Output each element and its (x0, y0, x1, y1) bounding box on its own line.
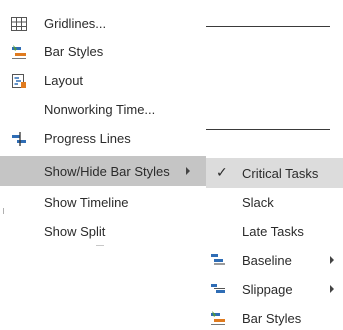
submenu-item-slippage-label: Slippage (242, 282, 293, 297)
submenu-item-bar-styles-label: Bar Styles (242, 311, 302, 326)
baseline-icon (211, 254, 225, 265)
submenu-item-baseline[interactable]: Baseline (206, 246, 343, 275)
layout-icon (12, 74, 26, 88)
checkmark-icon: ✓ (216, 164, 228, 180)
menu-item-nonworking-time-label: Nonworking Time... (44, 102, 156, 117)
menu-item-layout[interactable]: Layout (0, 66, 206, 95)
gridlines-icon (11, 17, 27, 31)
submenu-item-slippage[interactable]: Slippage (206, 275, 343, 304)
submenu-show-hide-bar-styles: ✓ Critical Tasks Slack Late Tasks Baseli… (206, 158, 343, 330)
divider-mark (3, 208, 4, 214)
bar-styles-icon (12, 45, 26, 59)
menu-item-show-timeline[interactable]: Show Timeline (0, 188, 206, 217)
submenu-item-critical-tasks-label: Critical Tasks (242, 166, 319, 181)
menu-item-progress-lines[interactable]: Progress Lines (0, 124, 206, 153)
underlying-line-1 (204, 26, 330, 27)
chevron-right-icon (330, 256, 334, 264)
menu-item-layout-label: Layout (44, 73, 84, 88)
menu-item-show-timeline-label: Show Timeline (44, 195, 129, 210)
submenu-item-late-tasks-label: Late Tasks (242, 224, 304, 239)
underlying-line-2 (204, 129, 330, 130)
slippage-icon (211, 284, 225, 293)
submenu-item-late-tasks[interactable]: Late Tasks (206, 217, 343, 246)
canvas: Gridlines... Bar Styles Layout Nonworkin… (0, 0, 343, 330)
menu-item-bar-styles-label: Bar Styles (44, 44, 104, 59)
menu-item-show-hide-bar-styles[interactable]: Show/Hide Bar Styles (0, 156, 206, 186)
submenu-item-bar-styles[interactable]: Bar Styles (206, 304, 343, 330)
progress-lines-icon (12, 132, 26, 146)
chevron-right-icon (330, 285, 334, 293)
menu-item-progress-lines-label: Progress Lines (44, 131, 131, 146)
submenu-item-slack[interactable]: Slack (206, 188, 343, 217)
menu-item-gridlines-label: Gridlines... (44, 16, 107, 31)
menu-item-show-split-label: Show Split (44, 224, 106, 239)
bar-styles-icon (211, 311, 225, 325)
chevron-right-icon (186, 167, 190, 175)
menu-item-show-hide-bar-styles-label: Show/Hide Bar Styles (44, 164, 170, 179)
menu-item-show-split[interactable]: Show Split (0, 217, 206, 246)
menu-item-gridlines[interactable]: Gridlines... (0, 9, 206, 38)
submenu-item-slack-label: Slack (242, 195, 274, 210)
submenu-item-critical-tasks[interactable]: ✓ Critical Tasks (206, 158, 343, 188)
menu-item-nonworking-time[interactable]: Nonworking Time... (0, 95, 206, 124)
context-menu: Gridlines... Bar Styles Layout Nonworkin… (0, 0, 206, 250)
divider-mark (96, 245, 104, 246)
submenu-item-baseline-label: Baseline (242, 253, 292, 268)
menu-item-bar-styles[interactable]: Bar Styles (0, 37, 206, 66)
